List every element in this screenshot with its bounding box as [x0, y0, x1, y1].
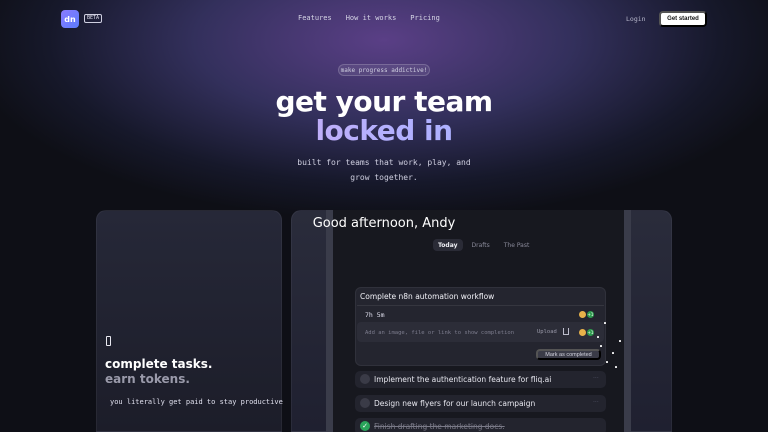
more-icon[interactable]: ···: [593, 399, 599, 406]
mark-completed-button[interactable]: Mark as completed: [536, 349, 601, 360]
tab-the-past[interactable]: The Past: [499, 239, 535, 251]
sparkle: [612, 352, 614, 354]
hero-title-line2: locked in: [0, 114, 768, 147]
sparkle: [597, 336, 599, 338]
beta-badge: BETA: [84, 14, 103, 23]
feature-heading: complete tasks.: [105, 357, 213, 371]
feature-caption: you literally get paid to stay productiv…: [110, 398, 283, 406]
task-label: Finish drafting the marketing docs.: [374, 422, 505, 431]
upload-icon[interactable]: [563, 328, 569, 335]
app-tabs: Today Drafts The Past: [433, 239, 534, 251]
task-label: Design new flyers for our launch campaig…: [374, 399, 536, 408]
nav-link-pricing[interactable]: Pricing: [410, 14, 440, 22]
sparkle: [619, 340, 621, 342]
get-started-button[interactable]: Get started: [659, 11, 707, 27]
more-icon[interactable]: ···: [593, 375, 599, 382]
hero-subtitle: built for teams that work, play, and gro…: [297, 158, 471, 182]
sparkle: [615, 366, 617, 368]
token-coin-icon: [579, 311, 586, 318]
token-reward-badge: +1: [587, 329, 594, 336]
sparkle: [604, 322, 606, 324]
tagline-pill: make progress addictive!: [338, 64, 430, 76]
logo[interactable]: dn: [61, 10, 79, 28]
upload-link[interactable]: Upload: [537, 329, 557, 335]
sparkle: [600, 345, 602, 347]
nav-link-how-it-works[interactable]: How it works: [346, 14, 397, 22]
task-checkbox[interactable]: [360, 398, 370, 408]
greeting: Good afternoon, Andy: [312, 216, 456, 231]
login-link[interactable]: Login: [626, 15, 646, 23]
divider: [357, 305, 604, 306]
token-coin-icon: [579, 329, 586, 336]
task-label: Implement the authentication feature for…: [374, 375, 552, 384]
active-task-title: Complete n8n automation workflow: [360, 292, 495, 301]
lamp-icon: [106, 336, 111, 346]
nav-links: Features How it works Pricing: [298, 14, 440, 22]
top-nav: dn BETA Features How it works Pricing Lo…: [0, 0, 768, 38]
task-checkbox[interactable]: [360, 374, 370, 384]
task-timer: 7h 5m: [365, 311, 385, 319]
token-reward-badge: +1: [587, 311, 594, 318]
sparkle: [606, 361, 608, 363]
feature-subheading: earn tokens.: [105, 372, 190, 386]
proof-input-placeholder: Add an image, file or link to show compl…: [365, 330, 515, 336]
tab-today[interactable]: Today: [433, 239, 463, 251]
nav-link-features[interactable]: Features: [298, 14, 332, 22]
tab-drafts[interactable]: Drafts: [467, 239, 495, 251]
task-checkbox-checked[interactable]: ✓: [360, 421, 370, 431]
